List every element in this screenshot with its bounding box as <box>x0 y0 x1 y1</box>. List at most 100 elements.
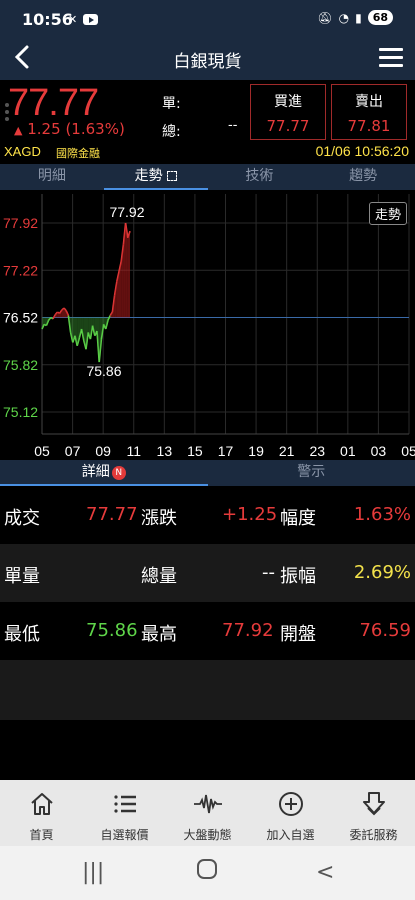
tab-details-label: 詳細 <box>81 464 110 480</box>
tab-trend-label: 走勢 <box>134 168 163 184</box>
plus-circle-icon <box>278 792 303 816</box>
y-tick-label: 77.92 <box>3 215 38 231</box>
x-tick-label: 07 <box>65 443 81 458</box>
buy-label: 買進 <box>274 94 302 110</box>
quote-datetime: 01/06 10:56:20 <box>315 143 409 159</box>
stats-row-volume: 單量 總量 -- 振幅 2.69% <box>0 544 415 602</box>
x-tick-label: 15 <box>187 443 203 458</box>
youtube-icon <box>83 14 99 25</box>
nav-watchlist[interactable]: 自選報價 <box>83 780 166 846</box>
x-tick-label: 03 <box>371 443 387 458</box>
stat-value: 75.86 <box>86 620 138 641</box>
buy-button[interactable]: 買進 77.77 <box>250 84 326 140</box>
nav-add-watch-label: 加入自選 <box>266 828 315 842</box>
download-icon <box>362 792 385 816</box>
title-bar: 白銀現貨 <box>0 38 415 80</box>
chart-svg: 77.92 77.22 76.52 75.82 75.12 05 07 09 11 13 15 17 1… <box>3 194 415 458</box>
recent-apps-button[interactable]: ||| <box>82 860 104 885</box>
bottom-nav: 首頁 自選報價 大盤動態 加入自選 委託服務 <box>0 780 415 846</box>
x-tick-label: 11 <box>126 443 141 458</box>
price-change: ▲ 1.25 (1.63%) <box>14 120 125 138</box>
wifi-icon: ◔ <box>338 10 350 25</box>
sell-button[interactable]: 賣出 77.81 <box>331 84 407 140</box>
drag-handle-icon[interactable] <box>2 100 14 121</box>
stat-label: 漲跌 <box>141 508 177 529</box>
y-tick-label: 75.12 <box>3 404 38 420</box>
home-button[interactable] <box>196 858 218 886</box>
battery-icon: 68 <box>367 10 393 25</box>
stat-label: 最高 <box>141 624 177 645</box>
expand-icon[interactable] <box>166 171 177 181</box>
chart-mode-button[interactable]: 走勢 <box>368 202 407 225</box>
x-tick-label: 05 <box>34 443 50 458</box>
quote-panel: 77.77 ▲ 1.25 (1.63%) 單: 總: -- 買進 77.77 賣… <box>0 80 415 162</box>
nav-market-label: 大盤動態 <box>183 828 232 842</box>
tab-detail[interactable]: 明細 <box>0 164 104 190</box>
x-tick-label: 09 <box>95 443 111 458</box>
list-icon <box>113 795 136 813</box>
status-right: 🔕︎ ◔ ▮ 68 <box>317 10 393 25</box>
home-circle-icon <box>197 859 217 879</box>
stat-value: 76.59 <box>359 620 411 641</box>
stat-label: 成交 <box>4 508 40 529</box>
stats-empty-area <box>0 720 415 780</box>
nav-home[interactable]: 首頁 <box>0 780 83 846</box>
x-tick-label: 05 <box>401 443 415 458</box>
nav-orders-label: 委託服務 <box>349 828 398 842</box>
view-tabs: 明細 走勢 技術 趨勢 <box>0 164 415 190</box>
stat-value: 77.77 <box>86 504 138 525</box>
stat-label: 總量 <box>141 566 177 587</box>
stat-value: 77.92 <box>222 620 274 641</box>
change-value: 1.25 <box>27 120 61 138</box>
notification-icons: ✕ <box>68 13 99 26</box>
nav-orders[interactable]: 委託服務 <box>332 780 415 846</box>
exchange: 國際金融 <box>56 147 100 160</box>
stat-label: 幅度 <box>280 508 316 529</box>
nav-home-label: 首頁 <box>29 828 54 842</box>
buy-price: 77.77 <box>266 117 310 135</box>
tab-trends[interactable]: 趨勢 <box>311 164 415 190</box>
back-nav-button[interactable]: < <box>316 860 334 885</box>
x-tick-label: 23 <box>309 443 325 458</box>
stat-label: 單量 <box>4 566 40 587</box>
pulse-icon <box>193 794 222 814</box>
volume-labels: 單: 總: <box>162 90 181 146</box>
tab-alerts[interactable]: 警示 <box>208 460 415 486</box>
nav-market[interactable]: 大盤動態 <box>166 780 249 846</box>
stat-value: 2.69% <box>353 562 411 583</box>
stats-row-trade: 成交 77.77 漲跌 +1.25 幅度 1.63% <box>0 486 415 544</box>
intraday-chart[interactable]: 77.92 77.22 76.52 75.82 75.12 05 07 09 11 13 15 17 1… <box>0 190 415 458</box>
total-volume-value: -- <box>228 118 238 133</box>
hamburger-icon <box>379 48 403 51</box>
last-price: 77.77 <box>8 82 99 124</box>
price-fill <box>127 231 130 318</box>
status-bar: 10:56 ✕ 🔕︎ ◔ ▮ 68 <box>0 0 415 38</box>
x-tick-label: 19 <box>248 443 264 458</box>
change-percent: (1.63%) <box>65 120 125 138</box>
tab-trend[interactable]: 走勢 <box>103 164 208 190</box>
status-time: 10:56 <box>22 10 73 29</box>
stats-empty-row <box>0 660 415 720</box>
app-notification-icon: ✕ <box>68 13 78 26</box>
nav-watchlist-label: 自選報價 <box>100 828 149 842</box>
single-volume-label: 單: <box>162 96 181 112</box>
page-title: 白銀現貨 <box>173 52 242 72</box>
tab-details[interactable]: 詳細 N <box>0 460 208 486</box>
nav-add-watch[interactable]: 加入自選 <box>249 780 332 846</box>
x-tick-label: 21 <box>279 443 295 458</box>
stat-value: -- <box>262 562 275 583</box>
stat-label: 振幅 <box>280 566 316 587</box>
stat-value: 1.63% <box>353 504 411 525</box>
menu-button[interactable] <box>379 48 403 70</box>
tab-technical[interactable]: 技術 <box>208 164 312 190</box>
sell-label: 賣出 <box>355 94 383 110</box>
stat-label: 最低 <box>4 624 40 645</box>
system-nav: ||| < <box>0 846 415 900</box>
x-tick-label: 01 <box>340 443 356 458</box>
stat-value: +1.25 <box>222 504 278 525</box>
high-label: 77.92 <box>109 204 144 220</box>
sell-price: 77.81 <box>347 117 391 135</box>
low-label: 75.86 <box>86 363 121 379</box>
detail-tabs: 詳細 N 警示 <box>0 460 415 486</box>
symbol: XAGD <box>4 144 41 159</box>
